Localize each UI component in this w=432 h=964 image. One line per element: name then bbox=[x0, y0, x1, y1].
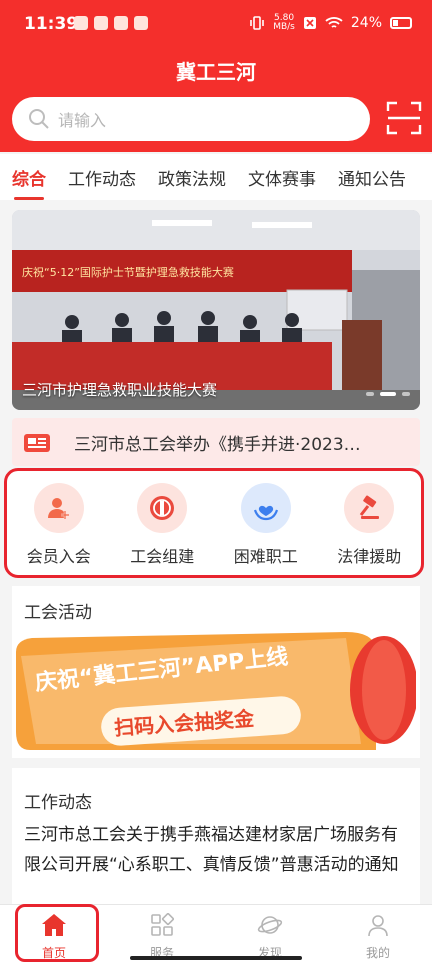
app-notify-icon bbox=[94, 16, 108, 30]
person-icon bbox=[368, 915, 388, 937]
status-bar: 11:39 5.80 MB/s 24% bbox=[0, 0, 432, 52]
gesture-bar bbox=[130, 956, 302, 960]
tab-comprehensive[interactable]: 综合 bbox=[10, 165, 48, 200]
quick-action-legal-aid[interactable]: 法律援助 bbox=[324, 483, 414, 575]
notification-icons bbox=[74, 16, 148, 30]
quick-action-label: 困难职工 bbox=[233, 547, 298, 566]
news-icon bbox=[24, 434, 50, 452]
no-sim-icon bbox=[303, 17, 316, 29]
grid-icon bbox=[151, 912, 175, 936]
tab-announcements[interactable]: 通知公告 bbox=[336, 165, 408, 190]
vibrate-icon bbox=[250, 16, 265, 30]
user-add-icon bbox=[33, 483, 84, 533]
status-time: 11:39 bbox=[24, 14, 79, 34]
quick-action-label: 工会组建 bbox=[130, 547, 195, 566]
quick-action-union-setup[interactable]: 工会组建 bbox=[117, 483, 207, 575]
scan-icon[interactable] bbox=[386, 101, 422, 135]
gavel-icon bbox=[344, 483, 395, 533]
banner-carousel[interactable]: 庆祝“5·12”国际护士节暨护理急救技能大赛 三河市护理急救职业技能大赛 bbox=[12, 210, 420, 410]
battery-icon bbox=[390, 17, 412, 29]
activity-card: 工会活动 庆祝“冀工三河”APP上线 扫码入会抽奖金 bbox=[12, 586, 420, 758]
carousel-dot bbox=[366, 392, 374, 396]
weibo-icon bbox=[74, 16, 88, 30]
wifi-icon bbox=[325, 17, 343, 28]
search-icon bbox=[29, 109, 49, 129]
search-input[interactable]: 请输入 bbox=[12, 97, 370, 141]
page-title: 冀工三河 bbox=[176, 60, 256, 84]
net-speed: 5.80 MB/s bbox=[273, 13, 295, 32]
tab-work-updates[interactable]: 工作动态 bbox=[66, 165, 138, 190]
nav-label: 我的 bbox=[365, 946, 390, 960]
quick-action-label: 会员入会 bbox=[26, 547, 91, 566]
quick-action-join-union[interactable]: 会员入会 bbox=[14, 483, 104, 575]
carousel-dot bbox=[402, 392, 410, 396]
planet-icon bbox=[257, 916, 283, 934]
quick-actions: 会员入会 工会组建 困难职工 法律援助 bbox=[4, 468, 424, 578]
notice-text: 三河市总工会举办《携手并进·2023… bbox=[74, 434, 361, 455]
category-tabs: 综合 工作动态 政策法规 文体赛事 通知公告 bbox=[0, 154, 432, 200]
news-headline[interactable]: 三河市总工会关于携手燕福达建材家居广场服务有限公司开展“心系职工、真情反馈”普惠… bbox=[24, 820, 404, 880]
banner-photo-slogan: 庆祝“5·12”国际护士节暨护理急救技能大赛 bbox=[22, 265, 234, 279]
tab-sports-events[interactable]: 文体赛事 bbox=[246, 165, 318, 190]
promo-banner[interactable]: 庆祝“冀工三河”APP上线 扫码入会抽奖金 bbox=[16, 632, 416, 750]
status-right: 5.80 MB/s 24% bbox=[249, 14, 412, 32]
carousel-indicator bbox=[366, 392, 410, 396]
home-nav-highlight bbox=[15, 904, 99, 962]
union-emblem-icon bbox=[137, 483, 188, 533]
section-title-activity: 工会活动 bbox=[24, 603, 92, 623]
nav-profile[interactable]: 我的 bbox=[324, 905, 432, 964]
carousel-dot-active bbox=[380, 392, 396, 396]
heart-hands-icon bbox=[240, 483, 291, 533]
app-notify-icon bbox=[134, 16, 148, 30]
battery-percent: 24% bbox=[350, 15, 382, 31]
app-root: 11:39 5.80 MB/s 24% 冀工三河 请输入 综合 工作动态 政策法… bbox=[0, 0, 432, 964]
tab-policies[interactable]: 政策法规 bbox=[156, 165, 228, 190]
search-placeholder: 请输入 bbox=[58, 111, 107, 130]
banner-caption: 三河市护理急救职业技能大赛 bbox=[22, 381, 218, 399]
notice-bar[interactable]: 三河市总工会举办《携手并进·2023… bbox=[12, 418, 420, 466]
work-news-card: 工作动态 三河市总工会关于携手燕福达建材家居广场服务有限公司开展“心系职工、真情… bbox=[12, 768, 420, 904]
section-title-work-news: 工作动态 bbox=[24, 793, 92, 813]
quick-action-needy-workers[interactable]: 困难职工 bbox=[221, 483, 311, 575]
app-notify-icon bbox=[114, 16, 128, 30]
quick-action-label: 法律援助 bbox=[337, 547, 402, 566]
